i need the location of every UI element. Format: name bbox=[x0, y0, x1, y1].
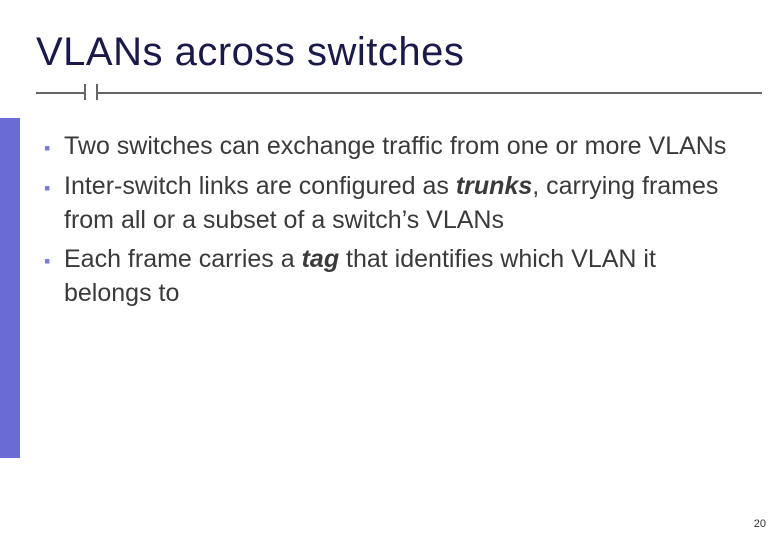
bullet-em: tag bbox=[302, 245, 340, 273]
list-item: ▪ Each frame carries a tag that identifi… bbox=[44, 243, 750, 311]
list-item: ▪ Two switches can exchange traffic from… bbox=[44, 130, 750, 164]
bullet-text: Two switches can exchange traffic from o… bbox=[64, 130, 750, 164]
title-underline bbox=[36, 92, 762, 94]
bullet-text: Each frame carries a tag that identifies… bbox=[64, 243, 750, 311]
content-area: ▪ Two switches can exchange traffic from… bbox=[44, 130, 750, 317]
list-item: ▪ Inter-switch links are configured as t… bbox=[44, 170, 750, 238]
bullet-pre: Each frame carries a bbox=[64, 245, 302, 273]
bullet-pre: Two switches can exchange traffic from o… bbox=[64, 132, 726, 160]
page-number: 20 bbox=[754, 518, 766, 530]
title-notch bbox=[84, 84, 98, 100]
slide: VLANs across switches ▪ Two switches can… bbox=[0, 0, 780, 540]
bullet-text: Inter-switch links are configured as tru… bbox=[64, 170, 750, 238]
bullet-icon: ▪ bbox=[44, 130, 64, 160]
page-title: VLANs across switches bbox=[36, 30, 464, 75]
bullet-pre: Inter-switch links are configured as bbox=[64, 172, 456, 200]
bullet-icon: ▪ bbox=[44, 243, 64, 273]
bullet-em: trunks bbox=[456, 172, 532, 200]
accent-bar bbox=[0, 118, 20, 458]
bullet-icon: ▪ bbox=[44, 170, 64, 200]
